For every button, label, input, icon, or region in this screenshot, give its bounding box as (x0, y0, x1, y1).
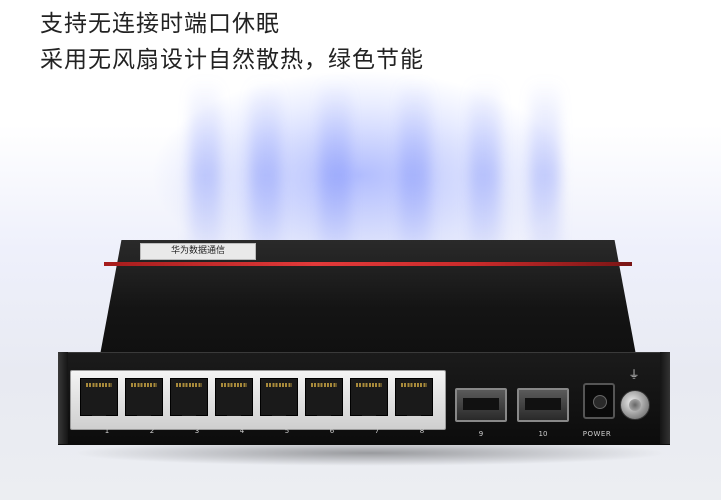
red-accent-stripe (104, 262, 632, 266)
rj45-port-5[interactable] (260, 378, 298, 416)
rj45-port-2[interactable] (125, 378, 163, 416)
port-pins (356, 383, 382, 387)
brand-plate: 华为数据通信 (140, 243, 256, 260)
sfp-number-label: 10 (538, 430, 548, 438)
power-jack-socket (593, 395, 607, 409)
ground-screw (620, 390, 650, 420)
port-number-label: 4 (239, 427, 245, 435)
port-pins (266, 383, 292, 387)
port-number-label: 2 (149, 427, 155, 435)
rj45-port-6[interactable] (305, 378, 343, 416)
port-pins (221, 383, 247, 387)
port-notch (227, 408, 241, 416)
sfp-port-9[interactable] (455, 388, 507, 422)
switch-right-edge (660, 352, 670, 444)
port-notch (362, 408, 376, 416)
rj45-port-3[interactable] (170, 378, 208, 416)
ground-icon: ⏚ (628, 368, 640, 381)
port-notch (137, 408, 151, 416)
port-pins (131, 383, 157, 387)
port-pins (401, 383, 427, 387)
sfp-cage (525, 398, 561, 410)
rj45-port-block (70, 370, 446, 430)
switch-left-edge (58, 352, 68, 444)
port-pins (176, 383, 202, 387)
sfp-port-10[interactable] (517, 388, 569, 422)
rj45-port-4[interactable] (215, 378, 253, 416)
sfp-number-label: 9 (478, 430, 484, 438)
power-label: POWER (582, 430, 612, 438)
rj45-port-8[interactable] (395, 378, 433, 416)
port-pins (86, 383, 112, 387)
port-pins (311, 383, 337, 387)
port-number-label: 5 (284, 427, 290, 435)
rj45-port-1[interactable] (80, 378, 118, 416)
port-number-label: 1 (104, 427, 110, 435)
port-notch (272, 408, 286, 416)
port-notch (182, 408, 196, 416)
power-jack[interactable] (583, 383, 615, 419)
port-number-label: 6 (329, 427, 335, 435)
port-number-label: 7 (374, 427, 380, 435)
port-notch (317, 408, 331, 416)
port-notch (92, 408, 106, 416)
port-number-label: 8 (419, 427, 425, 435)
port-notch (407, 408, 421, 416)
brand-plate-text: 华为数据通信 (170, 246, 225, 256)
sfp-cage (463, 398, 499, 410)
rj45-port-7[interactable] (350, 378, 388, 416)
network-switch: 华为数据通信 1 2 3 4 5 6 7 8 9 10 POWER ⏚ (0, 0, 721, 500)
port-number-label: 3 (194, 427, 200, 435)
